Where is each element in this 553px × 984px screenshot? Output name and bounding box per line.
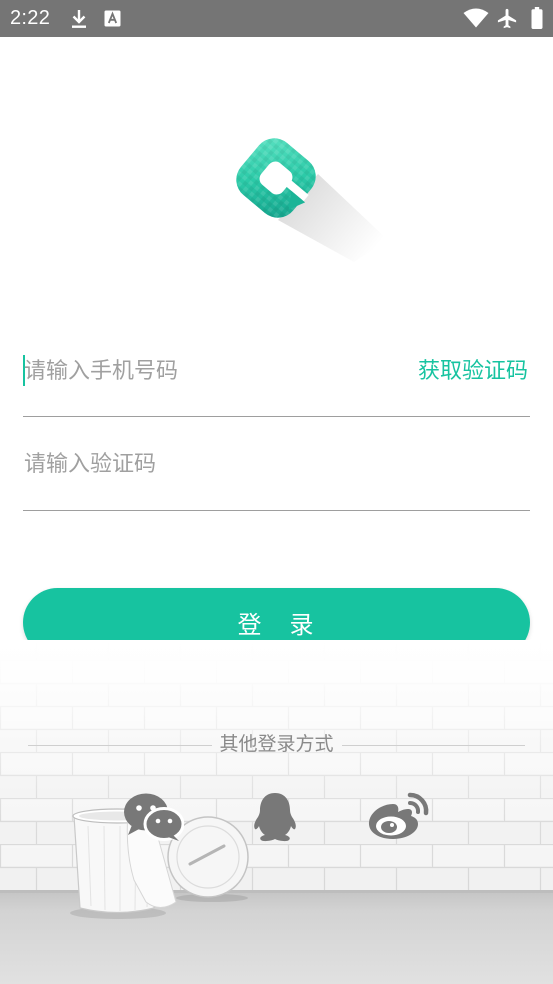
divider-left <box>28 744 212 746</box>
verification-code-input[interactable] <box>24 445 364 483</box>
app-logo-icon <box>236 138 388 262</box>
weibo-login-button[interactable] <box>366 791 432 841</box>
other-login-title: 其他登录方式 <box>219 734 334 755</box>
battery-icon <box>531 7 543 29</box>
phone-input[interactable] <box>24 352 364 390</box>
divider-right <box>341 744 526 746</box>
qq-icon <box>254 793 296 842</box>
download-icon <box>70 9 88 29</box>
phone-field: 获取验证码 <box>23 340 530 417</box>
verification-code-field <box>23 433 530 511</box>
airplane-mode-icon <box>496 7 519 30</box>
other-login-header: 其他登录方式 <box>28 733 526 757</box>
app-logo <box>226 124 396 264</box>
login-button-label: 登 录 <box>237 612 316 639</box>
status-bar: 2:22 <box>0 0 553 37</box>
weibo-icon <box>368 792 429 839</box>
wechat-icon <box>124 793 184 841</box>
get-code-button[interactable]: 获取验证码 <box>418 352 528 390</box>
qq-login-button[interactable] <box>250 791 300 843</box>
wechat-login-button[interactable] <box>122 792 184 842</box>
status-time: 2:22 <box>10 7 51 29</box>
text-a-icon <box>104 10 121 27</box>
wifi-icon <box>463 8 489 28</box>
